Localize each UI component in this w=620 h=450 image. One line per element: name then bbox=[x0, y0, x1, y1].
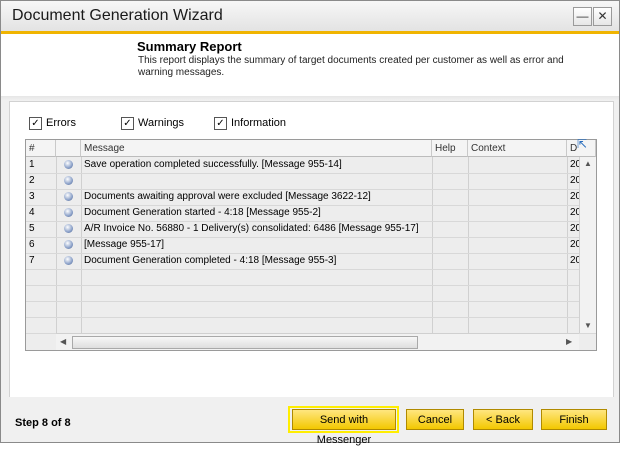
table-row[interactable]: 5 A/R Invoice No. 56880 - 1 Delivery(s) c… bbox=[26, 221, 596, 238]
errors-checkbox[interactable]: ✓ bbox=[29, 117, 42, 130]
close-icon: ✕ bbox=[597, 9, 608, 23]
table-row bbox=[26, 301, 596, 318]
information-icon bbox=[64, 160, 73, 169]
column-header-type[interactable] bbox=[56, 140, 81, 157]
messages-grid: # Message Help Context D 1 Save operation… bbox=[25, 139, 597, 351]
table-row[interactable]: 7 Document Generation completed - 4:18 [M… bbox=[26, 253, 596, 270]
minimize-button[interactable]: — bbox=[573, 7, 592, 26]
table-row bbox=[26, 269, 596, 286]
window-title: Document Generation Wizard bbox=[12, 7, 223, 24]
message-cell: Document Generation started - 4:18 [Mess… bbox=[84, 207, 321, 218]
row-number: 5 bbox=[29, 223, 35, 234]
row-number: 3 bbox=[29, 191, 35, 202]
row-number: 4 bbox=[29, 207, 35, 218]
message-cell: A/R Invoice No. 56880 - 1 Delivery(s) co… bbox=[84, 223, 419, 234]
expand-icon[interactable]: ⇱ bbox=[577, 138, 590, 151]
information-icon bbox=[64, 224, 73, 233]
scroll-right-icon[interactable]: ▶ bbox=[566, 337, 572, 346]
information-checkbox[interactable]: ✓ bbox=[214, 117, 227, 130]
information-label: Information bbox=[231, 117, 287, 129]
minimize-icon: — bbox=[576, 9, 589, 23]
horizontal-scroll-thumb[interactable] bbox=[72, 336, 418, 349]
table-row[interactable]: 4 Document Generation started - 4:18 [Mes… bbox=[26, 205, 596, 222]
message-cell: Documents awaiting approval were exclude… bbox=[84, 191, 371, 202]
back-button[interactable]: < Back bbox=[473, 409, 533, 430]
scroll-left-icon[interactable]: ◀ bbox=[60, 337, 66, 346]
page-description: This report displays the summary of targ… bbox=[138, 55, 564, 78]
errors-label: Errors bbox=[46, 117, 76, 129]
scroll-up-icon[interactable]: ▲ bbox=[584, 159, 592, 168]
close-button[interactable]: ✕ bbox=[593, 7, 612, 26]
warnings-label: Warnings bbox=[138, 117, 185, 129]
send-with-messenger-button[interactable]: Send with Messenger bbox=[292, 409, 396, 446]
message-cell: Document Generation completed - 4:18 [Me… bbox=[84, 255, 337, 266]
table-row[interactable]: 3 Documents awaiting approval were exclud… bbox=[26, 189, 596, 206]
message-cell bbox=[81, 173, 432, 189]
message-cell: Save operation completed successfully. [… bbox=[84, 159, 342, 170]
table-row[interactable]: 2 20 bbox=[26, 173, 596, 190]
column-header-context[interactable]: Context bbox=[468, 140, 567, 157]
information-icon bbox=[64, 208, 73, 217]
scroll-down-icon[interactable]: ▼ bbox=[584, 321, 592, 330]
column-header-help[interactable]: Help bbox=[432, 140, 468, 157]
table-row[interactable]: 6 [Message 955-17] 20 bbox=[26, 237, 596, 254]
vertical-scrollbar[interactable]: ▲ ▼ bbox=[579, 157, 596, 333]
finish-button[interactable]: Finish bbox=[541, 409, 607, 430]
step-indicator: Step 8 of 8 bbox=[15, 417, 71, 429]
wizard-window: Document Generation Wizard — ✕ Summary R… bbox=[0, 0, 620, 446]
information-icon bbox=[64, 240, 73, 249]
cancel-button[interactable]: Cancel bbox=[406, 409, 464, 430]
row-number: 6 bbox=[29, 239, 35, 250]
information-icon bbox=[64, 176, 73, 185]
horizontal-scrollbar[interactable]: ◀ ▶ bbox=[56, 333, 579, 350]
row-number: 7 bbox=[29, 255, 35, 266]
column-header-number[interactable]: # bbox=[26, 140, 56, 157]
row-number: 1 bbox=[29, 159, 35, 170]
table-row bbox=[26, 285, 596, 302]
information-icon bbox=[64, 256, 73, 265]
page-title: Summary Report bbox=[137, 39, 242, 54]
title-bar: Document Generation Wizard — ✕ bbox=[1, 1, 619, 32]
table-row[interactable]: 1 Save operation completed successfully. … bbox=[26, 157, 596, 174]
information-icon bbox=[64, 192, 73, 201]
message-cell: [Message 955-17] bbox=[84, 239, 165, 250]
header-separator bbox=[1, 96, 619, 100]
column-header-message[interactable]: Message bbox=[81, 140, 432, 157]
report-header: Summary Report This report displays the … bbox=[1, 34, 619, 97]
row-number: 2 bbox=[29, 175, 35, 186]
warnings-checkbox[interactable]: ✓ bbox=[121, 117, 134, 130]
table-row bbox=[26, 317, 596, 334]
